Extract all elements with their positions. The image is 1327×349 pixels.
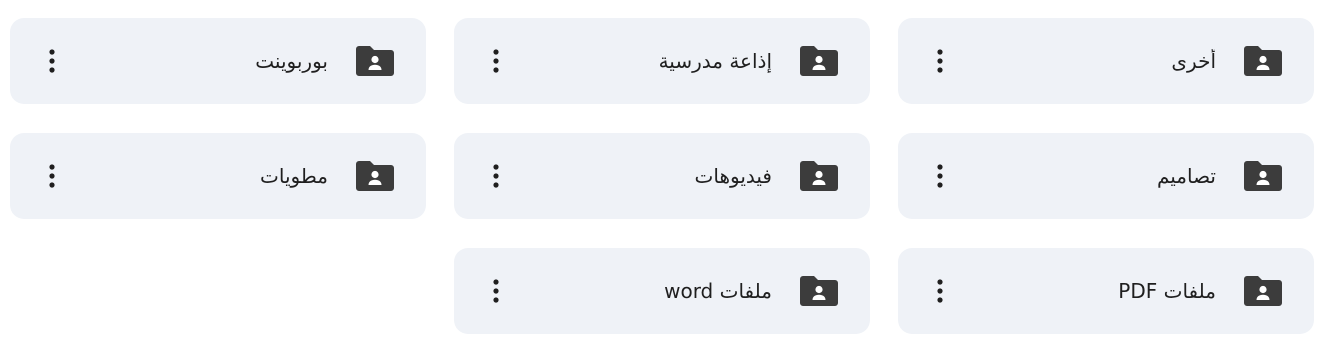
more-actions-button[interactable] — [476, 156, 516, 196]
more-vert-icon — [493, 49, 499, 73]
more-vert-icon — [493, 164, 499, 188]
folder-card[interactable]: إذاعة مدرسية — [454, 18, 870, 104]
folder-name: ملفات PDF — [1118, 279, 1216, 303]
shared-folder-icon — [1244, 46, 1282, 76]
more-vert-icon — [493, 279, 499, 303]
folder-card[interactable]: مطويات — [10, 133, 426, 219]
folder-name: أخرى — [1171, 49, 1216, 73]
folder-grid: أخرى إذاعة مدرسية بوربوينت تصاميم فيديوه… — [10, 18, 1314, 334]
more-actions-button[interactable] — [920, 271, 960, 311]
more-actions-button[interactable] — [32, 156, 72, 196]
more-actions-button[interactable] — [920, 41, 960, 81]
more-vert-icon — [937, 49, 943, 73]
folder-card[interactable]: ملفات PDF — [898, 248, 1314, 334]
folder-card[interactable]: بوربوينت — [10, 18, 426, 104]
folder-card[interactable]: فيديوهات — [454, 133, 870, 219]
shared-folder-icon — [800, 46, 838, 76]
folder-name: تصاميم — [1156, 164, 1216, 188]
more-actions-button[interactable] — [476, 41, 516, 81]
more-actions-button[interactable] — [32, 41, 72, 81]
more-vert-icon — [49, 164, 55, 188]
folder-name: مطويات — [260, 164, 328, 188]
more-actions-button[interactable] — [920, 156, 960, 196]
shared-folder-icon — [800, 276, 838, 306]
folder-name: إذاعة مدرسية — [658, 49, 772, 73]
shared-folder-icon — [800, 161, 838, 191]
folder-name: فيديوهات — [694, 164, 772, 188]
folder-name: بوربوينت — [255, 49, 328, 73]
folder-name: ملفات word — [664, 279, 772, 303]
folder-card[interactable]: ملفات word — [454, 248, 870, 334]
shared-folder-icon — [1244, 161, 1282, 191]
folder-card[interactable]: أخرى — [898, 18, 1314, 104]
more-vert-icon — [937, 164, 943, 188]
shared-folder-icon — [1244, 276, 1282, 306]
more-vert-icon — [49, 49, 55, 73]
more-actions-button[interactable] — [476, 271, 516, 311]
folder-card[interactable]: تصاميم — [898, 133, 1314, 219]
shared-folder-icon — [356, 46, 394, 76]
shared-folder-icon — [356, 161, 394, 191]
more-vert-icon — [937, 279, 943, 303]
